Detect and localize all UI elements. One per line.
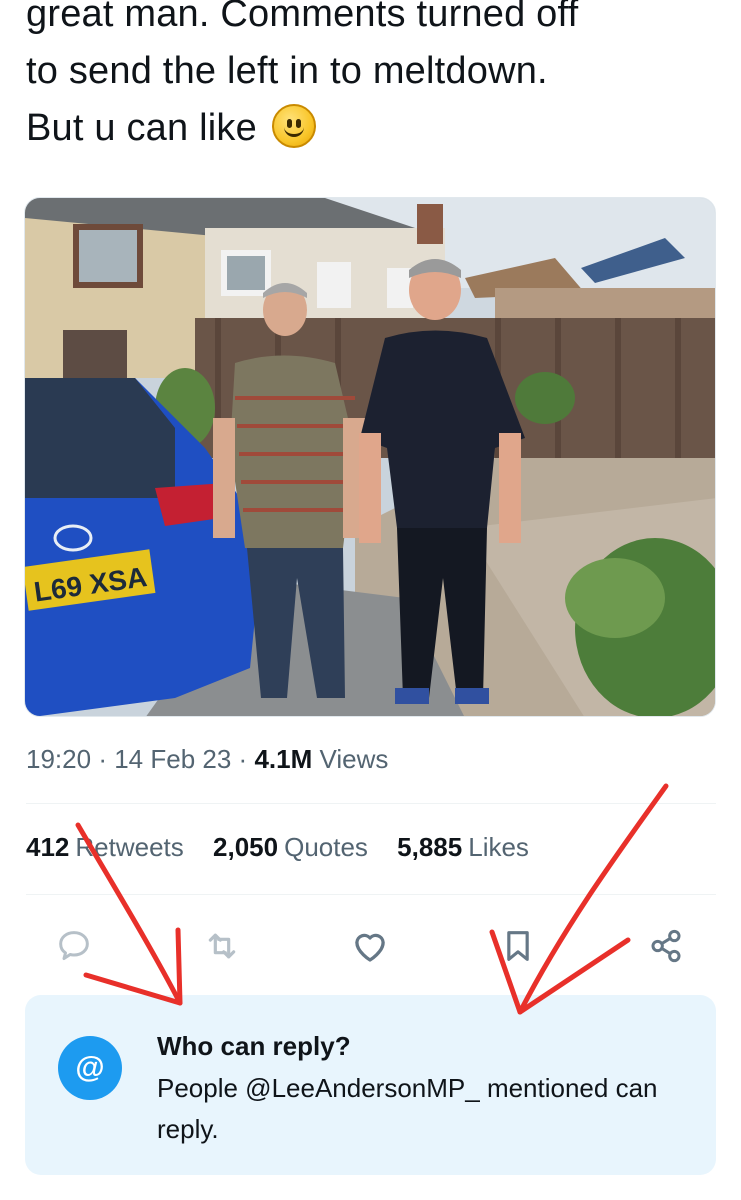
smiley-emoji-icon — [271, 104, 316, 148]
like-button[interactable] — [348, 924, 392, 968]
meta-separator: · — [98, 744, 107, 774]
tweet-line: to send the left in to meltdown. — [26, 50, 548, 92]
quotes-count: 2,050 — [213, 832, 279, 862]
quotes-label: Quotes — [284, 832, 368, 862]
who-can-reply-card: @ Who can reply? People @LeeAndersonMP_ … — [25, 995, 716, 1175]
views-label: Views — [319, 744, 389, 774]
photo-image: L69 XSA — [25, 198, 715, 716]
tweet-line: great man. Comments turned off — [26, 0, 579, 35]
retweet-icon — [208, 933, 236, 959]
retweet-button[interactable] — [200, 924, 244, 968]
tweet-meta: 19:20 · 14 Feb 23 · 4.1M Views — [26, 744, 388, 775]
reply-card-title: Who can reply? — [157, 1031, 351, 1061]
heart-icon — [355, 933, 385, 962]
divider — [26, 803, 716, 804]
retweets-count: 412 — [26, 832, 70, 862]
likes-label: Likes — [468, 832, 529, 862]
tweet-actions — [26, 918, 716, 974]
mention-icon: @ — [58, 1036, 122, 1100]
comment-button[interactable] — [52, 924, 96, 968]
red-arrow-right — [517, 783, 669, 1015]
bookmark-icon — [507, 931, 529, 961]
tweet-time[interactable]: 19:20 — [26, 744, 91, 774]
tweet-text: great man. Comments turned off to send t… — [26, 0, 726, 157]
meta-separator: · — [238, 744, 248, 774]
views-count: 4.1M — [254, 744, 313, 774]
share-icon — [651, 929, 681, 963]
tweet-photo[interactable]: L69 XSA — [24, 197, 716, 717]
reply-card-body: People @LeeAndersonMP_ mentioned can rep… — [157, 1073, 658, 1144]
divider — [26, 894, 716, 895]
tweet-line: But u can like — [26, 100, 726, 157]
retweets-label: Retweets — [75, 832, 184, 862]
engagement-stats: 412 Retweets 2,050 Quotes 5,885 Likes — [26, 832, 551, 863]
retweets-stat[interactable]: 412 Retweets — [26, 832, 184, 862]
share-button[interactable] — [644, 924, 688, 968]
likes-count: 5,885 — [397, 832, 463, 862]
tweet-date[interactable]: 14 Feb 23 — [114, 744, 231, 774]
bookmark-button[interactable] — [496, 924, 540, 968]
quotes-stat[interactable]: 2,050 Quotes — [213, 832, 368, 862]
comment-icon — [59, 931, 89, 960]
likes-stat[interactable]: 5,885 Likes — [397, 832, 529, 862]
